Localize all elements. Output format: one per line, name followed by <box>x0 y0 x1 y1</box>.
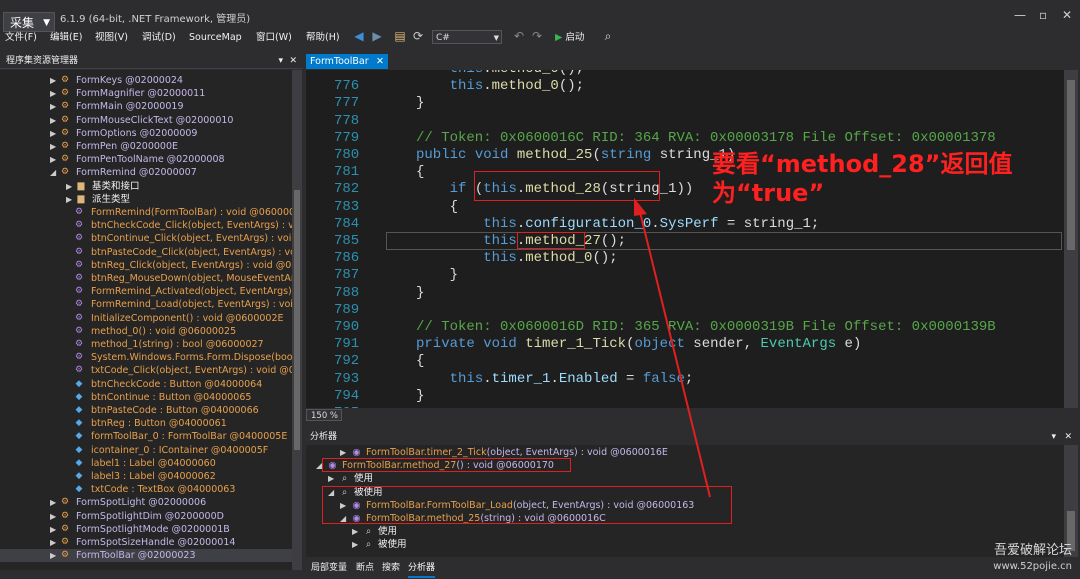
annotation-line-2: 为“true” <box>712 179 825 207</box>
watermark-site: 吾爱破解论坛 <box>993 543 1072 558</box>
annotation-line-1: 要看“method_28”返回值 <box>712 150 1013 178</box>
watermark: 吾爱破解论坛 www.52pojie.cn <box>993 543 1072 575</box>
annotation-arrow <box>634 198 711 498</box>
annotation-text: 要看“method_28”返回值 为“true” <box>712 150 1012 208</box>
watermark-url: www.52pojie.cn <box>993 561 1072 572</box>
